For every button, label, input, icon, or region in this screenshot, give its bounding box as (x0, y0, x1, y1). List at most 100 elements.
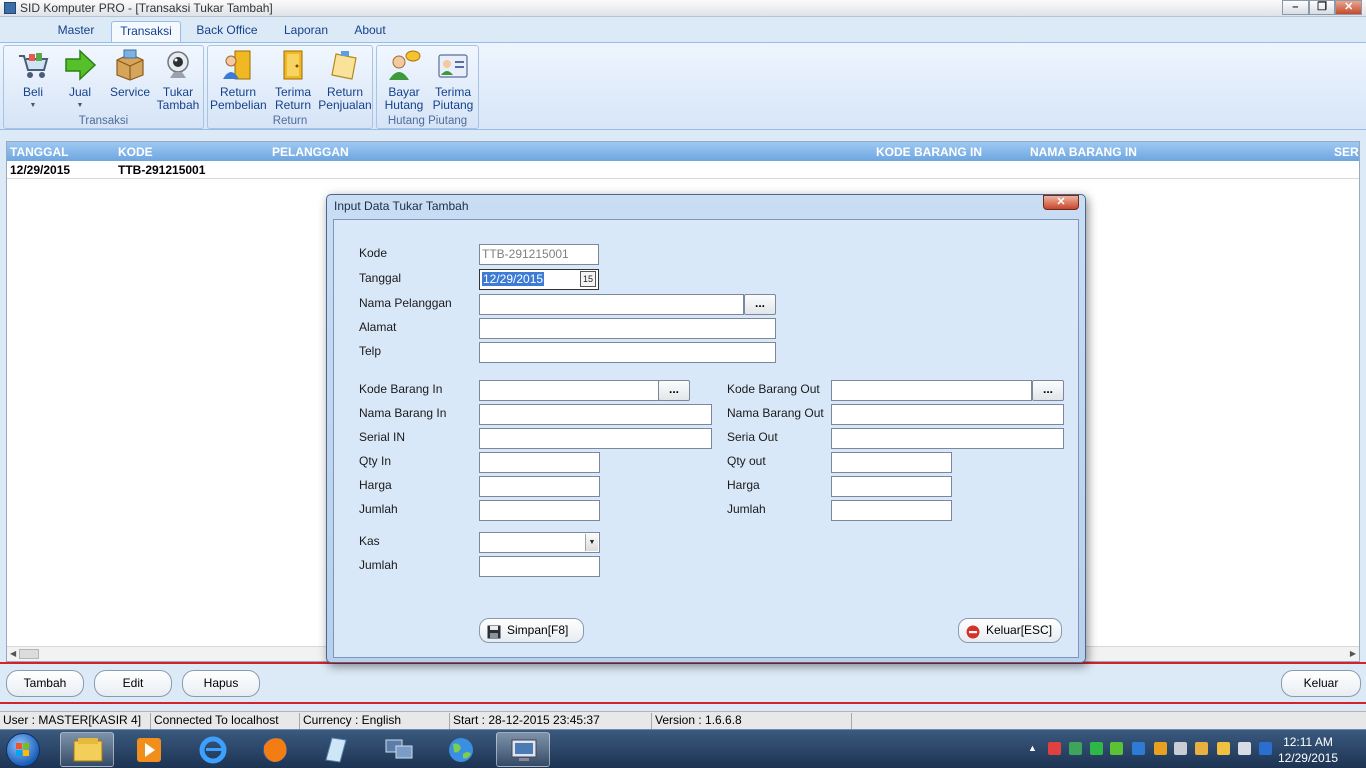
alamat-field[interactable] (479, 318, 776, 339)
start-button[interactable] (6, 733, 40, 767)
box-icon (113, 48, 147, 82)
tray-check-icon[interactable] (1090, 742, 1103, 755)
jumlah-in-field[interactable] (479, 500, 600, 521)
scroll-thumb[interactable] (19, 649, 39, 659)
taskbar-media-player-icon[interactable] (122, 732, 176, 767)
tray-bluetooth-icon[interactable] (1132, 742, 1145, 755)
label-kode: Kode (359, 246, 388, 260)
tukar-tambah-button[interactable]: Tukar Tambah (155, 48, 201, 112)
user-door-icon (221, 48, 255, 82)
tab-transaksi[interactable]: Transaksi (111, 21, 181, 42)
label-jumlah-in: Jumlah (359, 502, 398, 516)
tab-about[interactable]: About (346, 21, 394, 42)
dialog-keluar-label: Keluar[ESC] (986, 623, 1053, 637)
harga-in-field[interactable] (479, 476, 600, 497)
hapus-button[interactable]: Hapus (182, 670, 260, 697)
return-penjualan-button[interactable]: Return Penjualan (318, 48, 372, 112)
close-icon[interactable]: ✕ (1335, 0, 1363, 15)
tanggal-field[interactable]: 12/29/2015 15 (479, 269, 599, 290)
kas-select[interactable]: ▼ (479, 532, 600, 553)
taskbar-app-icon[interactable] (308, 732, 362, 767)
return-pembelian-button[interactable]: Return Pembelian (210, 48, 267, 112)
restore-icon[interactable]: ❐ (1308, 0, 1336, 15)
serial-in-field[interactable] (479, 428, 712, 449)
ribbon-group-hutang-piutang: Bayar Hutang Terima Piutang Hutang Piuta… (376, 45, 479, 129)
bayar-hutang-button[interactable]: Bayar Hutang (379, 48, 429, 112)
terima-piutang-button[interactable]: Terima Piutang (428, 48, 478, 112)
return-pembelian-label-2: Pembelian (210, 98, 267, 112)
minimize-icon[interactable]: – (1282, 0, 1309, 15)
tray-power-icon[interactable] (1217, 742, 1230, 755)
scroll-right-icon[interactable]: ▶ (1350, 649, 1356, 658)
taskbar-globe-icon[interactable] (434, 732, 488, 767)
nama-pelanggan-field[interactable] (479, 294, 744, 315)
nama-barang-out-field[interactable] (831, 404, 1064, 425)
bayar-hutang-label-1: Bayar (388, 85, 420, 99)
taskbar-firefox-icon[interactable] (248, 732, 302, 767)
dialog-keluar-button[interactable]: Keluar[ESC] (958, 618, 1062, 643)
column-header-nama-barang-in[interactable]: NAMA BARANG IN (1030, 145, 1137, 159)
ribbon-group-title: Hutang Piutang (387, 115, 468, 127)
harga-out-field[interactable] (831, 476, 952, 497)
taskbar-explorer-icon[interactable] (60, 732, 114, 767)
edit-button[interactable]: Edit (94, 670, 172, 697)
terima-return-label-2: Return (274, 98, 312, 112)
tray-expand-icon[interactable]: ▲ (1028, 743, 1037, 753)
browse-pelanggan-button[interactable]: ... (744, 294, 776, 315)
jumlah-total-field[interactable] (479, 556, 600, 577)
column-header-serial[interactable]: SER (1334, 145, 1359, 159)
nama-barang-in-field[interactable] (479, 404, 712, 425)
tab-master[interactable]: Master (50, 21, 102, 42)
taskbar-sid-komputer-icon[interactable] (496, 732, 550, 767)
dialog-close-icon[interactable]: ✕ (1043, 195, 1079, 210)
browse-barang-in-button[interactable]: ... (658, 380, 690, 401)
kode-field[interactable]: TTB-291215001 (479, 244, 599, 265)
service-button[interactable]: Service (105, 48, 155, 99)
column-header-kode[interactable]: KODE (118, 145, 153, 159)
keluar-button[interactable]: Keluar (1281, 670, 1361, 697)
tray-flag-icon[interactable] (1048, 742, 1061, 755)
simpan-button[interactable]: Simpan[F8] (479, 618, 584, 643)
chevron-down-icon[interactable]: ▼ (585, 534, 598, 551)
taskbar-clock[interactable]: 12:11 AM 12/29/2015 (1278, 734, 1338, 766)
column-header-pelanggan[interactable]: PELANGGAN (272, 145, 349, 159)
dialog-title: Input Data Tukar Tambah (334, 199, 469, 213)
column-header-kode-barang-in[interactable]: KODE BARANG IN (876, 145, 982, 159)
tab-laporan[interactable]: Laporan (276, 21, 336, 42)
tukar-tambah-label-1: Tukar (162, 85, 194, 99)
scroll-left-icon[interactable]: ◀ (10, 649, 16, 658)
chevron-down-icon: ▼ (76, 102, 84, 109)
label-telp: Telp (359, 344, 382, 358)
qty-out-field[interactable] (831, 452, 952, 473)
tambah-button[interactable]: Tambah (6, 670, 84, 697)
tray-s-icon[interactable] (1259, 742, 1272, 755)
table-row[interactable]: 12/29/2015 TTB-291215001 (7, 161, 1359, 179)
qty-in-field[interactable] (479, 452, 600, 473)
tab-back-office[interactable]: Back Office (190, 21, 264, 42)
tray-printer-icon[interactable] (1195, 742, 1208, 755)
tray-network-icon[interactable] (1069, 742, 1082, 755)
browse-barang-out-button[interactable]: ... (1032, 380, 1064, 401)
label-qty-in: Qty In (359, 454, 392, 468)
jumlah-out-field[interactable] (831, 500, 952, 521)
simpan-label: Simpan[F8] (507, 623, 569, 637)
kode-barang-in-field[interactable] (479, 380, 659, 401)
tray-volume-icon[interactable] (1238, 742, 1251, 755)
kode-barang-out-field[interactable] (831, 380, 1032, 401)
calendar-icon[interactable]: 15 (580, 271, 596, 287)
tray-monitor-icon[interactable] (1174, 742, 1187, 755)
door-icon (276, 48, 310, 82)
taskbar-network-icon[interactable] (372, 732, 426, 767)
webcam-icon (161, 48, 195, 82)
telp-field[interactable] (479, 342, 776, 363)
label-jumlah-total: Jumlah (359, 558, 398, 572)
seria-out-field[interactable] (831, 428, 1064, 449)
tray-media-icon[interactable] (1154, 742, 1167, 755)
beli-button[interactable]: Beli ▼ (8, 48, 58, 112)
column-header-tanggal[interactable]: TANGGAL (10, 145, 68, 159)
jual-button[interactable]: Jual ▼ (56, 48, 104, 112)
taskbar-ie-icon[interactable] (186, 732, 240, 767)
tray-signal-icon[interactable] (1110, 742, 1123, 755)
tukar-tambah-label-2: Tambah (156, 98, 200, 112)
terima-return-button[interactable]: Terima Return (267, 48, 319, 112)
